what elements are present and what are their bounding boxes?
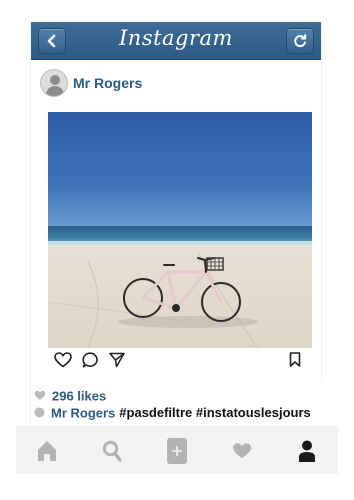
post-username[interactable]: Mr Rogers (73, 75, 142, 91)
bookmark-icon[interactable] (289, 352, 301, 367)
share-icon[interactable] (109, 352, 125, 368)
profile-icon (299, 440, 315, 462)
bicycle-on-beach-photo (48, 112, 312, 348)
avatar[interactable] (40, 69, 68, 97)
comment-icon (34, 407, 45, 418)
tab-home[interactable] (34, 438, 60, 464)
post-caption-area: 296 likes Mr Rogers #pasdefiltre #instato… (31, 383, 331, 423)
refresh-button[interactable] (286, 28, 314, 54)
app-title: Instagram (119, 26, 233, 50)
back-button[interactable] (38, 28, 66, 54)
tab-add[interactable] (164, 438, 190, 464)
bottom-tab-bar (16, 426, 338, 474)
post-photo[interactable] (48, 112, 312, 348)
comment-icon[interactable] (82, 352, 99, 368)
post-header: Mr Rogers (40, 69, 310, 99)
chevron-left-icon (47, 34, 56, 48)
tab-search[interactable] (99, 438, 125, 464)
post-actions (54, 352, 304, 372)
heart-icon (233, 443, 251, 459)
likes-row: 296 likes (34, 387, 106, 403)
top-bar: Instagram (31, 22, 321, 60)
likes-count[interactable]: 296 likes (52, 388, 106, 403)
caption-username[interactable]: Mr Rogers (51, 405, 115, 420)
add-icon (167, 438, 187, 464)
search-icon (102, 440, 122, 462)
home-icon (38, 441, 56, 461)
heart-icon (34, 391, 46, 401)
heart-icon[interactable] (54, 352, 72, 368)
caption-row: Mr Rogers #pasdefiltre #instatouslesjours (34, 404, 311, 420)
refresh-icon (294, 34, 307, 47)
tab-profile[interactable] (294, 438, 320, 464)
caption-text: #pasdefiltre #instatouslesjours (119, 405, 311, 421)
tab-activity[interactable] (229, 438, 255, 464)
